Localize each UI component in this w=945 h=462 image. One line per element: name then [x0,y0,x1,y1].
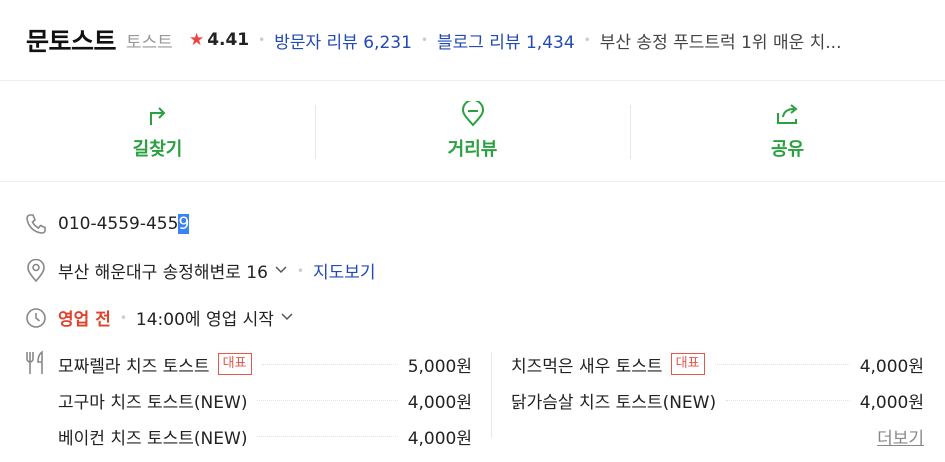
blog-reviews-link[interactable]: 블로그 리뷰 1,434 [437,28,575,53]
menu-item-price: 4,000원 [407,428,472,449]
place-description: 부산 송정 푸드트럭 1위 매운 치... [599,32,842,53]
chevron-down-icon[interactable] [280,310,294,326]
menu-item[interactable]: 닭가슴살 치즈 토스트(NEW) 4,000원 [511,382,924,418]
menu-item-price: 5,000원 [407,356,472,377]
menu-item-price: 4,000원 [859,356,924,377]
action-bar: 길찾기 거리뷰 공유 [0,81,945,182]
place-name: 문토스트 [26,27,117,56]
visitor-reviews-link[interactable]: 방문자 리뷰 6,231 [274,28,412,53]
place-category: 토스트 [126,32,173,53]
menu-item-name: 고구마 치즈 토스트(NEW) [58,392,248,413]
rating-value: 4.41 [207,30,250,50]
leader-line [261,363,398,365]
menu-item-name: 치즈먹은 새우 토스트 [511,356,663,377]
address-text: 부산 해운대구 송정해변로 16 [58,263,268,283]
leader-line [726,399,850,401]
selected-text: 9 [178,214,190,234]
separator-dot: • [420,33,428,47]
phone-icon [24,212,48,236]
separator-dot: • [583,33,591,47]
menu-item-price: 4,000원 [407,392,472,413]
menu-item[interactable]: 치즈먹은 새우 토스트 대표 4,000원 [511,346,924,382]
place-header: 문토스트 토스트 ★ 4.41 • 방문자 리뷰 6,231 • 블로그 리뷰 … [0,0,945,81]
more-menu-link[interactable]: 더보기 [877,424,924,449]
location-pin-icon [24,258,48,283]
leader-line [257,399,398,401]
menu-item-name: 모짜렐라 치즈 토스트 [58,356,210,377]
directions-label: 길찾기 [132,139,183,160]
leader-line [714,363,850,365]
rating: ★ 4.41 [189,30,249,50]
leader-line [257,435,398,437]
separator-dot: • [296,263,304,278]
fork-knife-icon [24,350,48,380]
address-row: 부산 해운대구 송정해변로 16 • 지도보기 [24,258,376,283]
menu-item[interactable]: 고구마 치즈 토스트(NEW) 4,000원 [58,382,472,418]
directions-button[interactable]: 길찾기 [0,81,315,181]
street-view-button[interactable]: 거리뷰 [315,81,630,181]
separator-dot: • [258,33,266,47]
menu-item-price: 4,000원 [859,392,924,413]
share-icon [776,104,798,124]
menu-column-right: 치즈먹은 새우 토스트 대표 4,000원 닭가슴살 치즈 토스트(NEW) 4… [511,346,924,418]
menu-column-left: 모짜렐라 치즈 토스트 대표 5,000원 고구마 치즈 토스트(NEW) 4,… [58,346,472,454]
star-icon: ★ [188,30,205,50]
phone-number[interactable]: 010-4559-4559 [58,214,190,234]
opening-hours[interactable]: 14:00에 영업 시작 [136,305,274,330]
separator-dot: • [119,310,127,325]
share-button[interactable]: 공유 [630,81,945,181]
menu-item-name: 닭가슴살 치즈 토스트(NEW) [511,392,717,413]
signature-badge: 대표 [217,353,252,375]
hours-row: 영업 전 • 14:00에 영업 시작 [24,305,294,330]
chevron-down-icon[interactable] [274,263,288,279]
menu-item[interactable]: 모짜렐라 치즈 토스트 대표 5,000원 [58,346,472,382]
signature-badge: 대표 [670,353,705,375]
business-status: 영업 전 [58,310,111,330]
menu-item-name: 베이컨 치즈 토스트(NEW) [58,428,248,449]
street-view-label: 거리뷰 [447,139,498,160]
menu-item[interactable]: 베이컨 치즈 토스트(NEW) 4,000원 [58,418,472,454]
street-view-icon [461,101,484,127]
directions-icon [149,107,165,125]
column-divider [491,352,492,438]
phone-row: 010-4559-4559 [24,212,190,236]
clock-icon [24,306,48,330]
map-link[interactable]: 지도보기 [313,258,376,283]
share-label: 공유 [770,139,805,160]
